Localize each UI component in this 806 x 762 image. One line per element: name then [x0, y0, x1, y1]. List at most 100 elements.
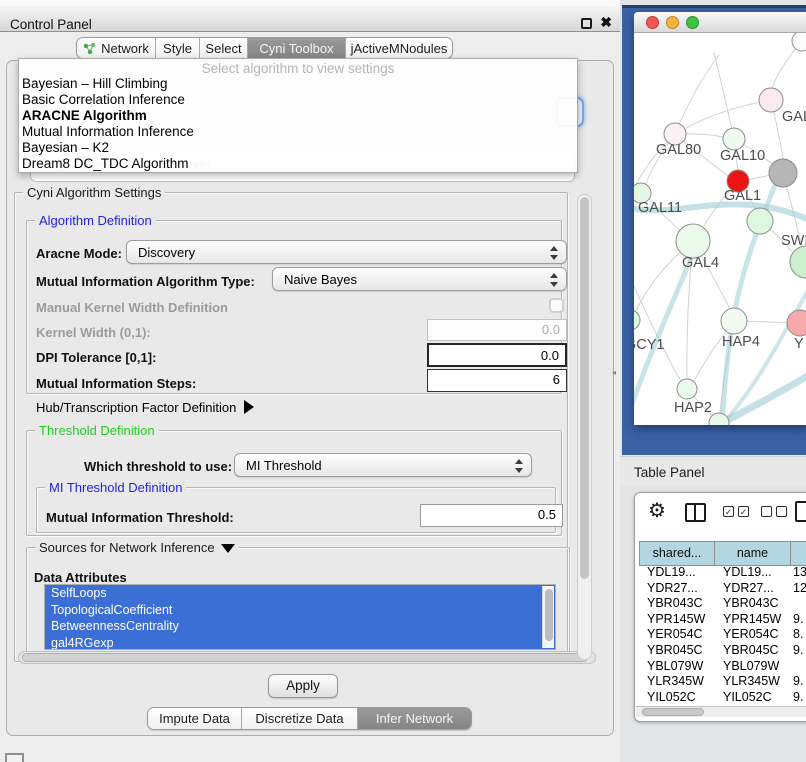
- table-cell: 13: [791, 565, 806, 581]
- network-node[interactable]: [723, 128, 745, 150]
- bottom-tab-discretize-data[interactable]: Discretize Data: [241, 708, 357, 729]
- scrollbar-thumb[interactable]: [580, 197, 589, 579]
- columns-icon[interactable]: [685, 503, 706, 522]
- tab-network[interactable]: Network: [77, 38, 155, 58]
- tab-cyni-toolbox[interactable]: Cyni Toolbox: [247, 38, 345, 58]
- network-node[interactable]: [747, 208, 773, 234]
- bottom-tab-infer-network[interactable]: Infer Network: [357, 708, 471, 729]
- table-cell: YBR043C: [639, 596, 715, 612]
- table-cell: YER054C: [639, 627, 715, 643]
- tab-select[interactable]: Select: [199, 38, 247, 58]
- network-node[interactable]: [676, 224, 710, 258]
- network-node[interactable]: [759, 88, 783, 112]
- network-view-window[interactable]: GALGAL80GAL10GAL1GAL11SWI4GAL4GCY1HAP4YH…: [634, 12, 806, 425]
- network-node[interactable]: [677, 379, 697, 399]
- settings-horizontal-scrollbar[interactable]: [18, 651, 596, 664]
- column-header-2[interactable]: name: [715, 542, 791, 565]
- data-attribute-item[interactable]: gal4RGexp: [45, 635, 555, 651]
- attributes-vertical-scrollbar[interactable]: [542, 586, 554, 648]
- algorithm-option[interactable]: Bayesian – K2: [19, 140, 577, 156]
- table-cell: 9.: [791, 690, 806, 706]
- algorithm-option[interactable]: Dream8 DC_TDC Algorithm: [19, 156, 577, 172]
- table-cell: YPR145W: [715, 612, 791, 628]
- table-header[interactable]: shared...nameA: [639, 541, 806, 566]
- table-row[interactable]: YLR345WYLR345W9.: [639, 674, 806, 690]
- table-cell: YBR043C: [715, 596, 791, 612]
- scrollbar-thumb[interactable]: [642, 708, 704, 716]
- table-row[interactable]: YBL079WYBL079W: [639, 659, 806, 675]
- mi-steps-label: Mutual Information Steps:: [36, 376, 196, 391]
- node-label: GAL10: [720, 148, 765, 164]
- table-row[interactable]: YBR043CYBR043C: [639, 596, 806, 612]
- close-traffic-light-icon[interactable]: [646, 16, 659, 29]
- column-header-3[interactable]: A: [791, 542, 806, 565]
- algorithm-option[interactable]: ARACNE Algorithm: [19, 108, 577, 124]
- settings-vertical-scrollbar[interactable]: [577, 194, 592, 660]
- table-row[interactable]: YDR27...YDR27...12: [639, 581, 806, 597]
- bottom-tabs: Impute DataDiscretize Data Infer Network: [147, 707, 472, 730]
- sources-title[interactable]: Sources for Network Inference: [35, 540, 239, 555]
- manual-kernel-label: Manual Kernel Width Definition: [36, 300, 228, 315]
- network-node[interactable]: [721, 308, 747, 334]
- kernel-width-field[interactable]: 0.0: [427, 319, 567, 341]
- document-icon[interactable]: [795, 501, 806, 522]
- window-title: Control Panel: [10, 17, 92, 32]
- network-node[interactable]: [787, 310, 806, 336]
- tab-label: Infer Network: [376, 711, 453, 726]
- data-attribute-item[interactable]: BetweennessCentrality: [45, 618, 555, 635]
- float-window-icon[interactable]: [581, 18, 592, 29]
- minimize-traffic-light-icon[interactable]: [666, 16, 679, 29]
- panel-divider-grip[interactable]: ◂: [612, 368, 620, 378]
- select-all-checkboxes-icon[interactable]: ✓ ✓: [723, 506, 749, 517]
- tab-jactivemnodules[interactable]: jActiveMNodules: [345, 38, 452, 58]
- algorithm-option[interactable]: Basic Correlation Inference: [19, 92, 577, 108]
- mi-threshold-field[interactable]: 0.5: [420, 504, 563, 527]
- bottom-tab-impute-data[interactable]: Impute Data: [148, 708, 241, 729]
- apply-button[interactable]: Apply: [268, 674, 338, 698]
- aracne-mode-combobox[interactable]: Discovery: [126, 240, 567, 264]
- network-node[interactable]: [709, 413, 729, 425]
- deselect-all-checkboxes-icon[interactable]: [761, 506, 787, 517]
- node-label: GAL80: [656, 142, 701, 158]
- checked-checkbox-icon: ✓: [723, 506, 734, 517]
- algorithm-option[interactable]: Bayesian – Hill Climbing: [19, 76, 577, 92]
- table-row[interactable]: YIL052CYIL052C9.: [639, 690, 806, 706]
- data-attributes-list[interactable]: SelfLoopsTopologicalCoefficientBetweenne…: [44, 584, 556, 650]
- network-edge[interactable]: [714, 53, 734, 139]
- dpi-tolerance-field[interactable]: 0.0: [427, 343, 567, 367]
- algorithm-option[interactable]: Mutual Information Inference: [19, 124, 577, 140]
- scrollbar-thumb[interactable]: [545, 589, 553, 641]
- network-node[interactable]: [634, 310, 640, 330]
- kernel-width-label: Kernel Width (0,1):: [36, 325, 151, 340]
- hub-definition-expander[interactable]: Hub/Transcription Factor Definition: [36, 400, 254, 415]
- mi-steps-field[interactable]: 6: [427, 369, 567, 392]
- network-node[interactable]: [792, 33, 806, 51]
- minimized-panel-icon[interactable]: [5, 753, 24, 762]
- combobox-stepper-icon: [514, 459, 523, 473]
- table-row[interactable]: YER054CYER054C8.: [639, 627, 806, 643]
- network-canvas[interactable]: GALGAL80GAL10GAL1GAL11SWI4GAL4GCY1HAP4YH…: [634, 33, 806, 425]
- network-edge[interactable]: [634, 273, 682, 383]
- node-label: SWI4: [781, 233, 806, 249]
- network-node[interactable]: [769, 159, 797, 187]
- table-horizontal-scrollbar[interactable]: [636, 706, 806, 717]
- zoom-traffic-light-icon[interactable]: [686, 16, 699, 29]
- table-cell: YDL19...: [639, 565, 715, 581]
- table-row[interactable]: YDL19...YDL19...13: [639, 565, 806, 581]
- table-row[interactable]: YBR045CYBR045C9.: [639, 643, 806, 659]
- data-attribute-item[interactable]: SelfLoops: [45, 585, 555, 602]
- node-label: GCY1: [634, 337, 665, 353]
- table-cell: 9.: [791, 643, 806, 659]
- network-node[interactable]: [790, 246, 806, 278]
- gear-icon[interactable]: ⚙: [648, 498, 666, 523]
- close-icon[interactable]: ✖: [600, 14, 612, 31]
- sources-title-text: Sources for Network Inference: [39, 540, 215, 555]
- mi-algorithm-type-combobox[interactable]: Naive Bayes: [272, 267, 567, 291]
- scrollbar-thumb[interactable]: [22, 653, 588, 662]
- manual-kernel-checkbox[interactable]: [549, 298, 564, 313]
- data-attribute-item[interactable]: TopologicalCoefficient: [45, 602, 555, 619]
- which-threshold-combobox[interactable]: MI Threshold: [234, 453, 532, 477]
- tab-style[interactable]: Style: [155, 38, 199, 58]
- column-header-1[interactable]: shared...: [639, 542, 715, 565]
- table-row[interactable]: YPR145WYPR145W9.: [639, 612, 806, 628]
